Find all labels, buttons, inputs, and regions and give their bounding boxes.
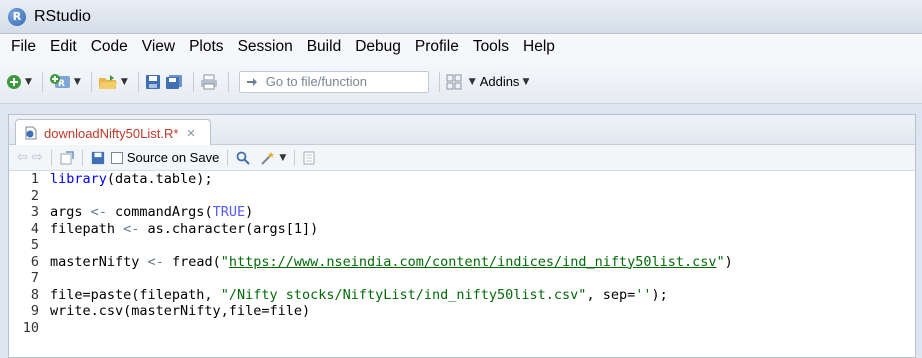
line-number: 3 bbox=[30, 204, 39, 220]
menu-help[interactable]: Help bbox=[516, 38, 562, 56]
toolbar-divider bbox=[294, 149, 296, 166]
toolbar-divider bbox=[227, 71, 229, 92]
line-number: 7 bbox=[30, 270, 39, 286]
chevron-down-icon: ▼ bbox=[468, 76, 476, 87]
menu-file[interactable]: File bbox=[4, 38, 43, 56]
menu-debug[interactable]: Debug bbox=[348, 38, 408, 56]
line-number: 8 bbox=[30, 286, 39, 303]
open-file-button[interactable]: ▼ bbox=[98, 70, 128, 94]
print-button[interactable] bbox=[200, 70, 218, 94]
close-icon[interactable]: ✕ bbox=[186, 127, 195, 140]
code-line: 2 bbox=[9, 188, 915, 205]
addins-label: Addins bbox=[479, 74, 520, 89]
code-line: 10 bbox=[9, 320, 915, 337]
pane-layout-button[interactable] bbox=[446, 70, 462, 94]
line-number: 5 bbox=[30, 237, 39, 253]
toolbar-divider bbox=[137, 71, 139, 92]
menu-tools[interactable]: Tools bbox=[466, 38, 516, 56]
new-file-plus-icon bbox=[7, 74, 21, 89]
r-script-file-icon bbox=[25, 126, 37, 140]
grid-layout-icon bbox=[446, 74, 462, 89]
code-line: 1 library(data.table); bbox=[9, 171, 915, 188]
code-line: 5 bbox=[9, 237, 915, 254]
toolbar-divider bbox=[90, 71, 92, 92]
code-line: 6 masterNifty <- fread("https://www.nsei… bbox=[9, 254, 915, 271]
chevron-down-icon: ▼ bbox=[120, 76, 128, 87]
line-number: 4 bbox=[30, 220, 39, 237]
editor-tab-strip: downloadNifty50List.R* ✕ bbox=[9, 115, 915, 146]
toolbar-divider bbox=[192, 71, 194, 92]
title-bar: R RStudio bbox=[0, 0, 922, 34]
menu-build[interactable]: Build bbox=[300, 38, 348, 56]
source-on-save-checkbox[interactable] bbox=[110, 151, 123, 164]
save-all-icon bbox=[165, 74, 182, 89]
go-to-file-function-input[interactable]: Go to file/function bbox=[238, 70, 429, 93]
magic-wand-icon[interactable] bbox=[260, 151, 276, 165]
code-line: 9 write.csv(masterNifty,file=file) bbox=[9, 303, 915, 320]
menu-bar: File Edit Code View Plots Session Build … bbox=[0, 34, 922, 60]
editor-toolbar: ⇦ ⇨ Source on Save ▼ bbox=[9, 145, 915, 171]
toolbar-divider bbox=[41, 71, 43, 92]
chevron-down-icon: ▼ bbox=[73, 76, 81, 87]
line-code: file=paste(filepath, "/Nifty stocks/Nift… bbox=[50, 286, 668, 303]
line-code: library(data.table); bbox=[50, 171, 213, 187]
code-editor[interactable]: 1 library(data.table); 2 3 args <- comma… bbox=[9, 171, 915, 357]
code-line: 4 filepath <- as.character(args[1]) bbox=[9, 221, 915, 238]
editor-tab-label: downloadNifty50List.R* bbox=[44, 125, 179, 141]
line-code: masterNifty <- fread("https://www.nseind… bbox=[50, 253, 733, 270]
new-file-button[interactable]: ▼ bbox=[6, 70, 32, 94]
chevron-down-icon: ▼ bbox=[25, 76, 32, 87]
menu-plots[interactable]: Plots bbox=[182, 38, 230, 56]
save-icon[interactable] bbox=[91, 151, 105, 165]
toolbar-divider bbox=[81, 149, 83, 166]
rstudio-logo-icon: R bbox=[8, 7, 26, 26]
arrow-right-icon bbox=[246, 77, 257, 86]
window-title: RStudio bbox=[34, 7, 91, 25]
line-code: filepath <- as.character(args[1]) bbox=[50, 220, 319, 237]
addins-button[interactable]: ▼ Addins ▼ bbox=[466, 70, 530, 94]
toolbar-divider bbox=[438, 71, 440, 92]
folder-open-icon bbox=[98, 74, 117, 89]
line-code: write.csv(masterNifty,file=file) bbox=[50, 303, 311, 319]
printer-icon bbox=[200, 74, 217, 89]
save-all-button[interactable] bbox=[165, 70, 183, 94]
search-icon[interactable] bbox=[236, 151, 251, 165]
code-line: 7 bbox=[9, 270, 915, 287]
toolbar-divider bbox=[227, 149, 229, 166]
back-arrow-icon[interactable]: ⇦ bbox=[17, 150, 28, 165]
source-editor-pane: downloadNifty50List.R* ✕ ⇦ ⇨ Source on S… bbox=[8, 114, 916, 358]
code-line: 3 args <- commandArgs(TRUE) bbox=[9, 204, 915, 221]
editor-tab-downloadnifty50list[interactable]: downloadNifty50List.R* ✕ bbox=[15, 119, 211, 146]
line-code: args <- commandArgs(TRUE) bbox=[50, 204, 254, 220]
menu-session[interactable]: Session bbox=[231, 38, 300, 56]
new-project-button[interactable]: R ▼ bbox=[49, 70, 81, 94]
chevron-down-icon[interactable]: ▼ bbox=[279, 153, 286, 163]
line-number: 1 bbox=[30, 171, 39, 187]
menu-view[interactable]: View bbox=[135, 38, 182, 56]
source-on-save-label: Source on Save bbox=[126, 150, 220, 165]
menu-code[interactable]: Code bbox=[84, 38, 135, 56]
show-in-window-icon[interactable] bbox=[60, 150, 74, 165]
code-line: 8 file=paste(filepath, "/Nifty stocks/Ni… bbox=[9, 287, 915, 304]
line-number: 10 bbox=[22, 319, 39, 336]
line-number: 9 bbox=[30, 303, 39, 319]
toolbar-divider bbox=[50, 149, 52, 166]
line-number: 2 bbox=[30, 187, 39, 204]
save-button[interactable] bbox=[145, 70, 161, 94]
new-project-icon: R bbox=[49, 73, 70, 89]
chevron-down-icon: ▼ bbox=[522, 76, 530, 87]
menu-edit[interactable]: Edit bbox=[43, 38, 84, 56]
main-toolbar: ▼ R ▼ ▼ Go to file/function ▼ Addins ▼ bbox=[0, 60, 922, 104]
go-to-file-placeholder: Go to file/function bbox=[265, 74, 367, 89]
line-number: 6 bbox=[30, 253, 39, 270]
save-icon bbox=[145, 74, 160, 89]
document-outline-icon[interactable] bbox=[303, 151, 315, 165]
forward-arrow-icon[interactable]: ⇨ bbox=[32, 150, 43, 165]
menu-profile[interactable]: Profile bbox=[408, 38, 466, 56]
